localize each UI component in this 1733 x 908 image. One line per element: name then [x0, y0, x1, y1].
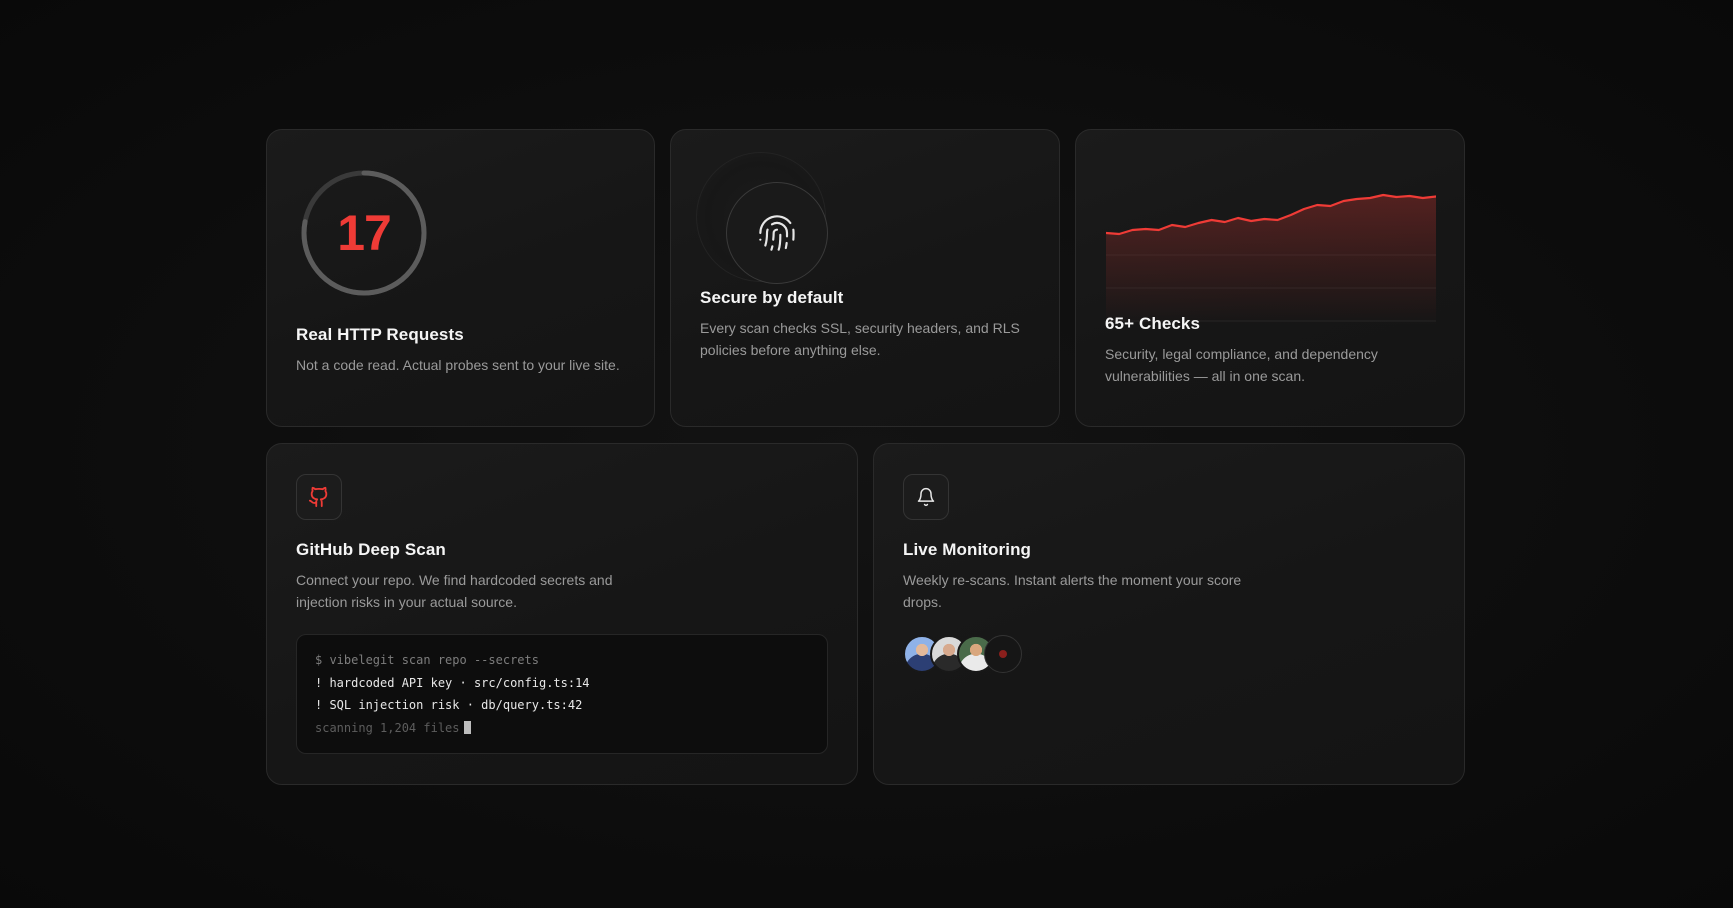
- terminal-cursor: [463, 720, 471, 734]
- card-description: Security, legal compliance, and dependen…: [1105, 346, 1378, 384]
- card-description: Not a code read. Actual probes sent to y…: [296, 357, 620, 373]
- card-github-deep-scan: GitHub Deep Scan Connect your repo. We f…: [266, 443, 858, 785]
- bell-icon-box: [903, 474, 949, 520]
- sparkline-area: [1106, 195, 1436, 325]
- card-secure-by-default: Secure by default Every scan checks SSL,…: [670, 129, 1060, 427]
- card-description: Every scan checks SSL, security headers,…: [700, 320, 1020, 358]
- card-title: GitHub Deep Scan: [296, 540, 446, 559]
- terminal-status: scanning 1,204 files: [315, 720, 460, 735]
- fingerprint-icon: [759, 215, 795, 251]
- card-description: Weekly re-scans. Instant alerts the mome…: [903, 572, 1242, 610]
- terminal-finding: ! SQL injection risk · db/query.ts:42: [315, 698, 583, 712]
- request-counter: 17: [337, 205, 392, 261]
- status-dot: [999, 650, 1007, 658]
- avatar-more-indicator: [984, 635, 1022, 673]
- terminal-window: $ vibelegit scan repo --secrets ! hardco…: [296, 634, 828, 754]
- card-title: Secure by default: [700, 288, 844, 307]
- card-live-monitoring: Live Monitoring Weekly re-scans. Instant…: [873, 443, 1465, 785]
- github-icon: [308, 486, 328, 508]
- terminal-finding: ! hardcoded API key · src/config.ts:14: [315, 675, 590, 690]
- checks-sparkline-chart: [1106, 193, 1436, 325]
- card-title: 65+ Checks: [1105, 314, 1201, 333]
- terminal-status-line: scanning 1,204 files: [315, 717, 809, 740]
- fingerprint-halo: [696, 152, 828, 284]
- card-title: Real HTTP Requests: [296, 325, 464, 344]
- bell-icon: [917, 487, 935, 507]
- card-checks: 65+ Checks Security, legal compliance, a…: [1075, 129, 1465, 427]
- card-description: Connect your repo. We find hardcoded sec…: [296, 572, 613, 610]
- card-title: Live Monitoring: [903, 540, 1032, 559]
- card-real-http-requests: 17 Real HTTP Requests Not a code read. A…: [266, 129, 655, 427]
- github-icon-box: [296, 474, 342, 520]
- terminal-command: $ vibelegit scan repo --secrets: [315, 653, 539, 667]
- fingerprint-badge: [726, 182, 828, 284]
